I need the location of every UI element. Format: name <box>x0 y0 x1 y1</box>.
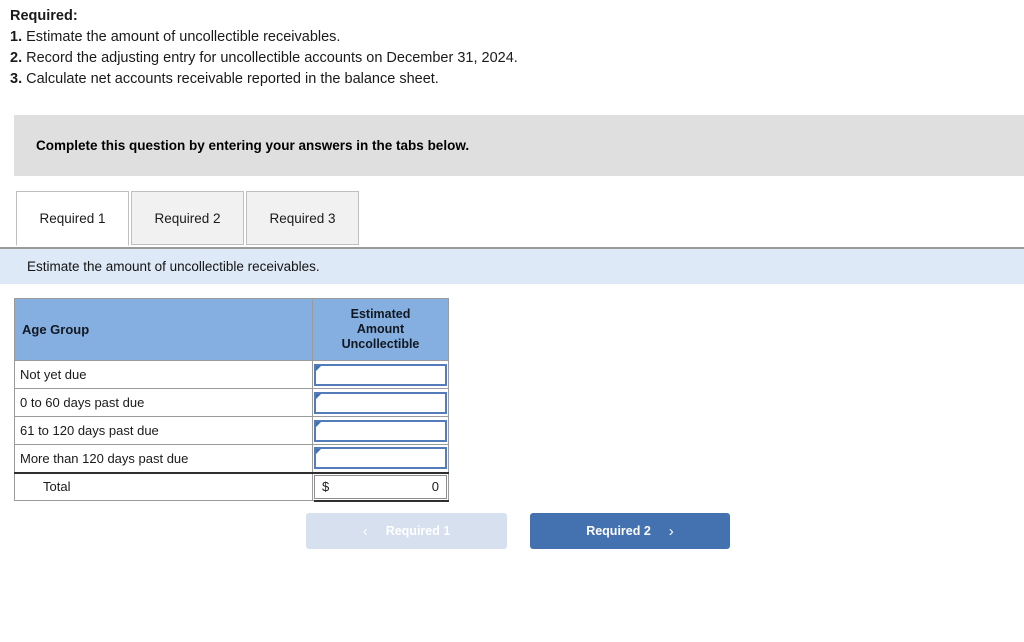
aging-table-body: Not yet due 0 to 60 days past due 61 to … <box>14 360 449 501</box>
row-label-more-than-120-days: More than 120 days past due <box>14 444 313 473</box>
instruction-banner: Complete this question by entering your … <box>14 115 1024 176</box>
tab-bar: Required 1 Required 2 Required 3 <box>0 191 1024 247</box>
input-box-not-yet-due[interactable] <box>314 363 447 386</box>
required-item-2-text: Record the adjusting entry for uncollect… <box>26 50 518 66</box>
tab-required-2-label: Required 2 <box>154 210 221 226</box>
chevron-left-icon: ‹ <box>362 522 368 540</box>
cell-marker-triangle-icon <box>316 365 321 376</box>
instruction-banner-text: Complete this question by entering your … <box>36 138 470 153</box>
table-row: 61 to 120 days past due <box>14 416 449 445</box>
next-required-button[interactable]: Required 2 › <box>530 513 730 549</box>
table-row: Not yet due <box>14 360 449 389</box>
input-box-0-to-60-days[interactable] <box>314 391 447 414</box>
tab-required-3-label: Required 3 <box>269 210 336 226</box>
subtitle-bar: Estimate the amount of uncollectible rec… <box>0 247 1024 284</box>
required-item-3: 3. Calculate net accounts receivable rep… <box>10 69 1024 90</box>
column-header-line-3: Uncollectible <box>341 337 420 351</box>
row-label-0-to-60-days: 0 to 60 days past due <box>14 388 313 417</box>
input-box-more-than-120-days[interactable] <box>314 447 447 470</box>
table-row-total: Total $ 0 <box>14 471 449 501</box>
required-item-1-number: 1. <box>10 29 23 45</box>
input-cell-more-than-120-days[interactable] <box>312 444 449 473</box>
column-header-estimated-amount-uncollectible: Estimated Amount Uncollectible <box>312 298 449 361</box>
total-double-underline <box>314 500 449 502</box>
row-label-total: Total <box>14 471 313 501</box>
required-item-1-text: Estimate the amount of uncollectible rec… <box>26 29 341 45</box>
row-label-not-yet-due: Not yet due <box>14 360 313 389</box>
input-cell-0-to-60-days[interactable] <box>312 388 449 417</box>
total-cell: $ 0 <box>312 471 449 501</box>
previous-required-button[interactable]: ‹ Required 1 <box>306 513 507 549</box>
total-currency-symbol: $ <box>322 479 330 495</box>
table-row: More than 120 days past due <box>14 444 449 473</box>
cell-marker-triangle-icon <box>316 393 321 404</box>
column-header-line-1: Estimated <box>350 307 411 321</box>
total-value-box: $ 0 <box>314 474 447 499</box>
aging-table-head: Age Group Estimated Amount Uncollectible <box>14 298 449 361</box>
aging-table-header-row: Age Group Estimated Amount Uncollectible <box>14 298 449 361</box>
required-item-3-number: 3. <box>10 71 23 87</box>
row-label-61-to-120-days: 61 to 120 days past due <box>14 416 313 445</box>
required-item-1: 1. Estimate the amount of uncollectible … <box>10 27 1024 48</box>
input-cell-61-to-120-days[interactable] <box>312 416 449 445</box>
tab-required-1[interactable]: Required 1 <box>16 191 129 246</box>
aging-table: Age Group Estimated Amount Uncollectible… <box>14 298 449 501</box>
required-heading: Required: <box>10 8 78 24</box>
tab-required-1-label: Required 1 <box>39 211 106 226</box>
required-item-2: 2. Record the adjusting entry for uncoll… <box>10 48 1024 69</box>
chevron-right-icon: › <box>668 522 674 540</box>
tab-required-2[interactable]: Required 2 <box>131 191 244 245</box>
cell-marker-triangle-icon <box>316 449 321 459</box>
required-item-2-number: 2. <box>10 50 23 66</box>
next-required-button-label: Required 2 <box>586 524 651 538</box>
previous-required-button-label: Required 1 <box>385 524 451 538</box>
input-cell-not-yet-due[interactable] <box>312 360 449 389</box>
required-item-3-text: Calculate net accounts receivable report… <box>26 71 439 87</box>
total-amount: 0 <box>431 479 439 495</box>
cell-marker-triangle-icon <box>316 421 321 432</box>
subtitle-text: Estimate the amount of uncollectible rec… <box>27 259 320 274</box>
column-header-line-2: Amount <box>356 322 405 336</box>
table-row: 0 to 60 days past due <box>14 388 449 417</box>
input-box-61-to-120-days[interactable] <box>314 419 447 442</box>
column-header-age-group: Age Group <box>14 298 313 361</box>
required-intro: Required: 1. Estimate the amount of unco… <box>0 0 1024 90</box>
tab-required-3[interactable]: Required 3 <box>246 191 359 245</box>
